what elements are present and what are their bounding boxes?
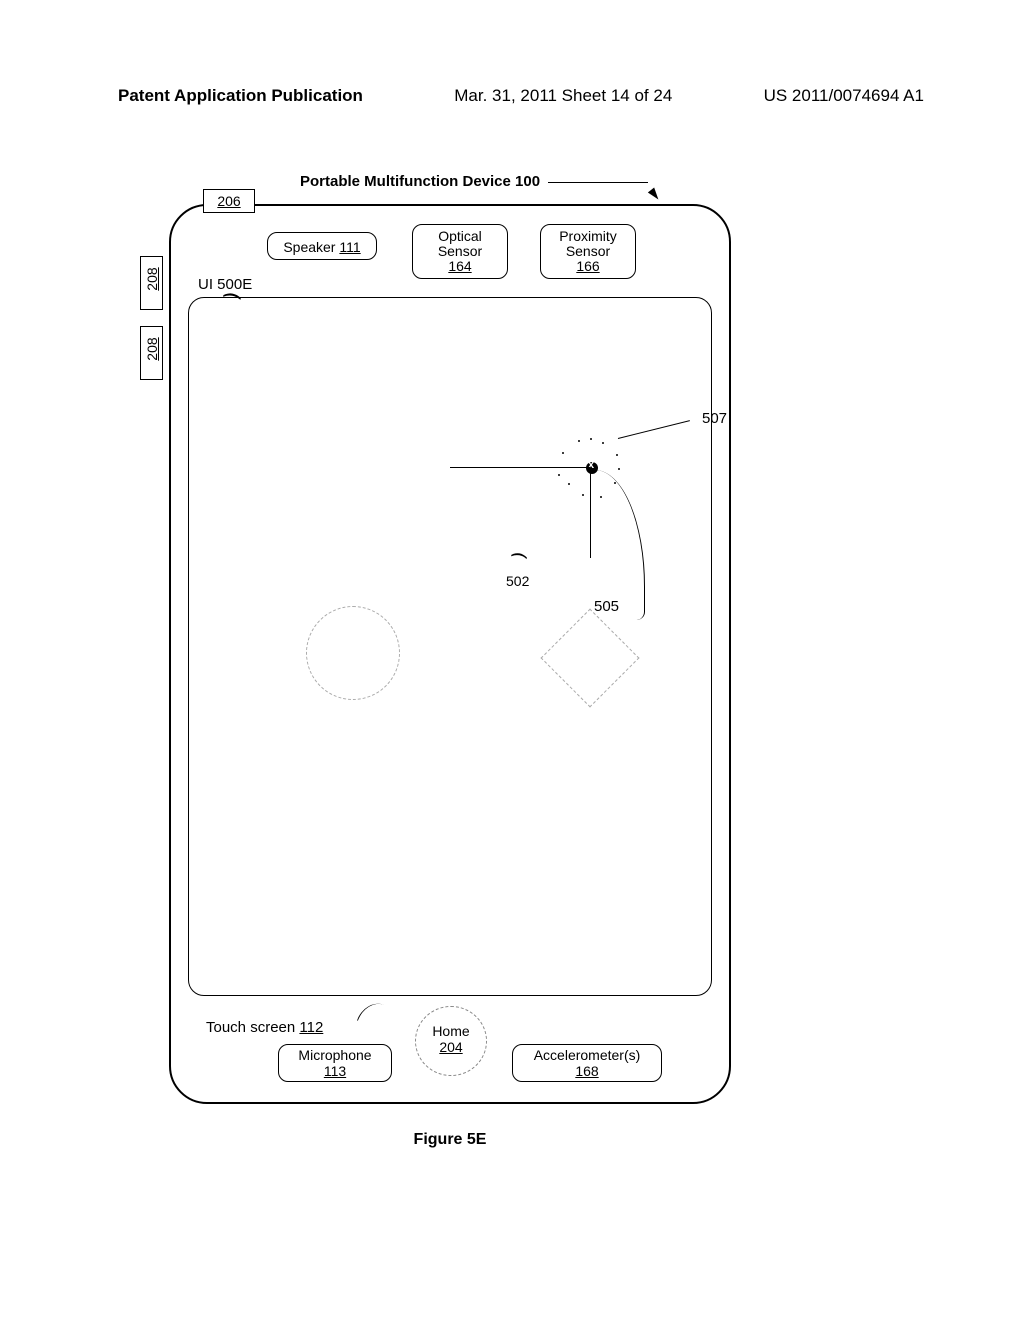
microphone-label: Microphone	[298, 1047, 371, 1063]
optical-sensor-box: Optical Sensor 164	[412, 224, 508, 279]
touchscreen-area	[188, 297, 712, 996]
page-header: Patent Application Publication Mar. 31, …	[118, 86, 924, 106]
ui-title-label: UI 500E	[198, 276, 252, 293]
touchscreen-label: Touch screen 112	[206, 1019, 323, 1036]
proximity-label: Proximity Sensor	[559, 228, 617, 259]
reference-502-label: 502	[506, 573, 529, 589]
header-left: Patent Application Publication	[118, 86, 363, 106]
speaker-label: Speaker	[283, 239, 335, 255]
ghost-circle-shape	[306, 606, 400, 700]
proximity-sensor-box: Proximity Sensor 166	[540, 224, 636, 279]
reference-505: 505	[594, 598, 619, 615]
crosshair-vertical	[590, 468, 591, 558]
home-button: Home 204	[415, 1006, 487, 1076]
reference-502: ⏜ 502	[506, 555, 529, 589]
curved-brace-icon: ⏜	[505, 553, 531, 575]
speaker-number: 111	[339, 239, 360, 255]
figure-caption: Figure 5E	[0, 1131, 900, 1149]
microphone-box: Microphone 113	[278, 1044, 392, 1082]
microphone-number: 113	[324, 1063, 346, 1079]
touchscreen-number: 112	[299, 1019, 323, 1036]
home-label: Home	[432, 1023, 469, 1039]
arrowhead-icon	[648, 188, 662, 202]
accelerometer-box: Accelerometer(s) 168	[512, 1044, 662, 1082]
accelerometer-label: Accelerometer(s)	[534, 1047, 641, 1063]
title-leadline	[548, 182, 648, 183]
optical-number: 164	[448, 258, 471, 274]
reference-507: 507	[702, 410, 727, 427]
optical-label: Optical Sensor	[438, 228, 482, 259]
reference-208-upper: 208	[140, 256, 163, 310]
accelerometer-number: 168	[575, 1063, 598, 1079]
header-center: Mar. 31, 2011 Sheet 14 of 24	[454, 86, 672, 106]
proximity-number: 166	[576, 258, 599, 274]
touchscreen-label-text: Touch screen	[206, 1019, 295, 1036]
reference-208-lower-label: 208	[144, 324, 160, 374]
reference-208-upper-label: 208	[144, 254, 160, 304]
speaker-box: Speaker 111	[267, 232, 377, 260]
home-number: 204	[416, 1039, 486, 1055]
reference-208-lower: 208	[140, 326, 163, 380]
figure-title: Portable Multifunction Device 100	[300, 173, 540, 190]
header-right: US 2011/0074694 A1	[764, 86, 924, 106]
crosshair-horizontal	[450, 467, 590, 468]
reference-206: 206	[203, 189, 255, 213]
